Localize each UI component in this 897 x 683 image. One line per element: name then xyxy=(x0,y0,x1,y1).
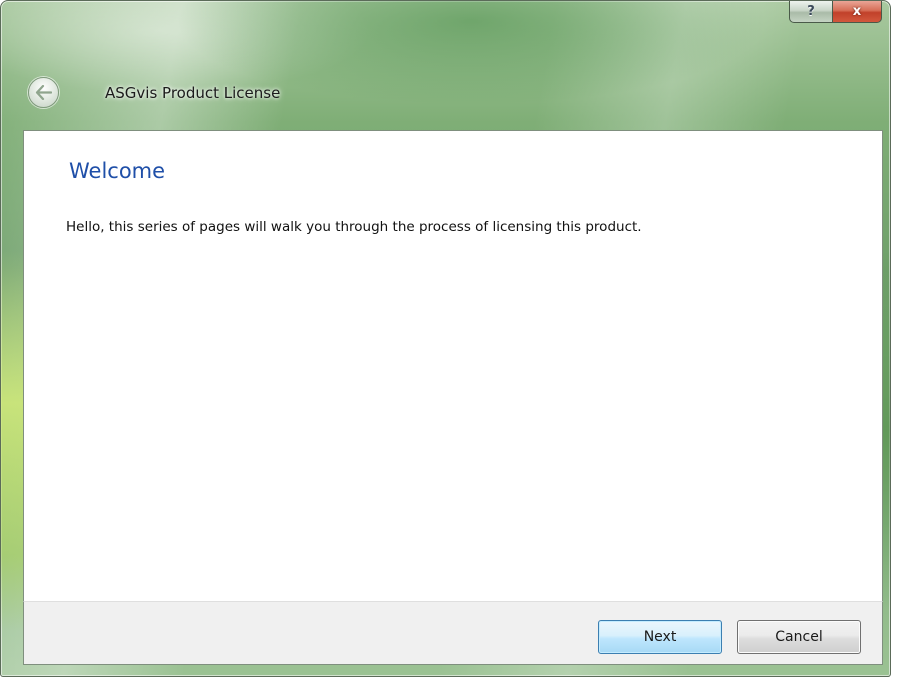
cancel-button[interactable]: Cancel xyxy=(737,620,861,654)
close-button[interactable]: x xyxy=(833,1,882,23)
back-button[interactable] xyxy=(28,77,59,108)
page-heading: Welcome xyxy=(69,159,166,183)
content-panel: Welcome Hello, this series of pages will… xyxy=(23,130,883,602)
close-icon: x xyxy=(852,4,862,19)
page-description: Hello, this series of pages will walk yo… xyxy=(66,219,642,235)
next-button[interactable]: Next xyxy=(598,620,722,654)
back-arrow-icon xyxy=(35,85,52,100)
window-title: ASGvis Product License xyxy=(105,84,281,102)
wizard-window: ? x ASGvis Product License Welcome Hello… xyxy=(0,0,891,677)
caption-buttons: ? x xyxy=(789,1,882,23)
frame-glow-left xyxy=(1,251,23,631)
question-mark-icon: ? xyxy=(807,4,815,19)
button-bar: Next Cancel xyxy=(23,601,883,665)
help-button[interactable]: ? xyxy=(789,1,833,23)
